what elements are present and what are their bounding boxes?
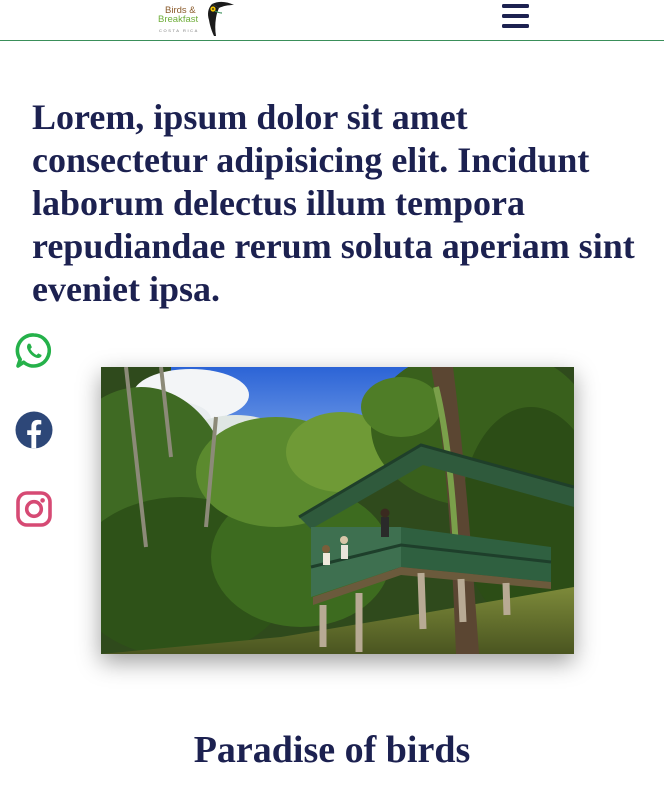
toucan-icon (208, 1, 234, 36)
menu-bar (502, 4, 529, 8)
logo-text-line2: Breakfast (158, 14, 199, 25)
section-title: Paradise of birds (193, 729, 471, 771)
instagram-icon[interactable] (14, 489, 54, 529)
site-header: Birds & Breakfast COSTA RICA (0, 0, 664, 41)
facebook-icon[interactable] (14, 410, 54, 450)
canopy-tower-photo (101, 367, 574, 654)
whatsapp-icon[interactable] (14, 331, 54, 371)
hamburger-menu-icon[interactable] (501, 2, 531, 29)
birds-and-breakfast-logo[interactable]: Birds & Breakfast COSTA RICA (156, 0, 240, 38)
logo-tagline: COSTA RICA (159, 28, 199, 33)
intro-heading: Lorem, ipsum dolor sit amet consectetur … (32, 97, 635, 309)
menu-bar (502, 14, 529, 18)
menu-bar (502, 24, 529, 28)
